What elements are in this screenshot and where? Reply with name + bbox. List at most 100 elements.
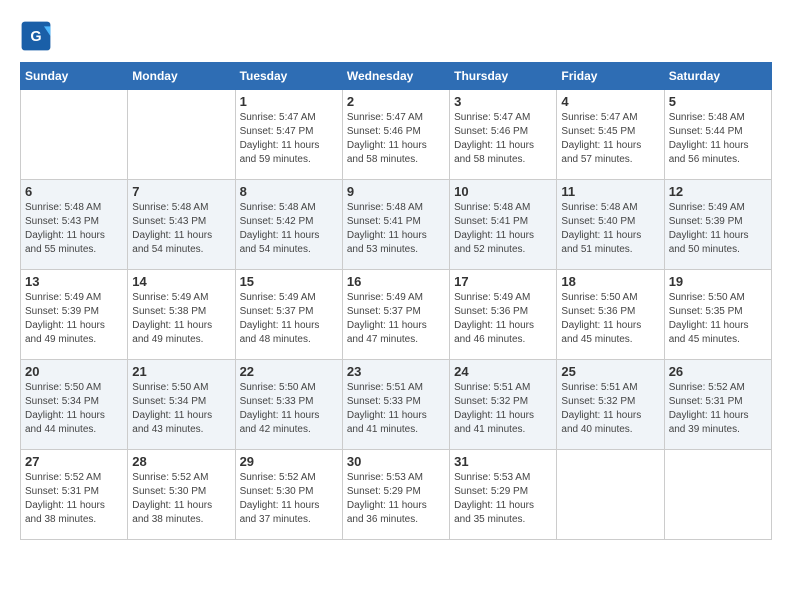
day-info: Sunrise: 5:49 AM Sunset: 5:39 PM Dayligh… bbox=[669, 201, 767, 257]
weekday-header-row: SundayMondayTuesdayWednesdayThursdayFrid… bbox=[21, 63, 772, 90]
logo-icon: G bbox=[20, 20, 52, 52]
calendar-cell: 23Sunrise: 5:51 AM Sunset: 5:33 PM Dayli… bbox=[342, 360, 449, 450]
day-number: 28 bbox=[132, 454, 230, 469]
weekday-header-friday: Friday bbox=[557, 63, 664, 90]
calendar-cell: 28 Sunrise: 5:52 AM Sunset: 5:30 PM Dayli… bbox=[128, 450, 235, 540]
calendar-cell: 25 Sunrise: 5:51 AM Sunset: 5:32 PM Dayli… bbox=[557, 360, 664, 450]
day-info: Sunrise: 5:47 AM Sunset: 5:45 PM Dayligh… bbox=[561, 111, 659, 167]
day-number: 14 bbox=[132, 274, 230, 289]
calendar-cell: 26 Sunrise: 5:52 AM Sunset: 5:31 PM Dayli… bbox=[664, 360, 771, 450]
day-number: 3 bbox=[454, 94, 552, 109]
day-info: Sunrise: 5:48 AM Sunset: 5:43 PM Dayligh… bbox=[132, 201, 230, 257]
calendar-cell: 20 Sunrise: 5:50 AM Sunset: 5:34 PM Dayli… bbox=[21, 360, 128, 450]
day-number: 18 bbox=[561, 274, 659, 289]
day-number: 20 bbox=[25, 364, 123, 379]
weekday-header-sunday: Sunday bbox=[21, 63, 128, 90]
calendar-cell bbox=[664, 450, 771, 540]
day-info: Sunrise: 5:49 AM Sunset: 5:38 PM Dayligh… bbox=[132, 291, 230, 347]
calendar-cell: 14 Sunrise: 5:49 AM Sunset: 5:38 PM Dayli… bbox=[128, 270, 235, 360]
calendar-cell: 30 Sunrise: 5:53 AM Sunset: 5:29 PM Dayli… bbox=[342, 450, 449, 540]
weekday-header-monday: Monday bbox=[128, 63, 235, 90]
calendar-cell: 9Sunrise: 5:48 AM Sunset: 5:41 PM Daylig… bbox=[342, 180, 449, 270]
calendar-cell: 21 Sunrise: 5:50 AM Sunset: 5:34 PM Dayli… bbox=[128, 360, 235, 450]
day-info: Sunrise: 5:50 AM Sunset: 5:36 PM Dayligh… bbox=[561, 291, 659, 347]
day-number: 10 bbox=[454, 184, 552, 199]
calendar-cell: 17 Sunrise: 5:49 AM Sunset: 5:36 PM Dayli… bbox=[450, 270, 557, 360]
day-info: Sunrise: 5:53 AM Sunset: 5:29 PM Dayligh… bbox=[347, 471, 445, 527]
calendar-cell: 10 Sunrise: 5:48 AM Sunset: 5:41 PM Dayli… bbox=[450, 180, 557, 270]
week-row-4: 20 Sunrise: 5:50 AM Sunset: 5:34 PM Dayli… bbox=[21, 360, 772, 450]
calendar-cell: 16Sunrise: 5:49 AM Sunset: 5:37 PM Dayli… bbox=[342, 270, 449, 360]
day-info: Sunrise: 5:51 AM Sunset: 5:32 PM Dayligh… bbox=[561, 381, 659, 437]
page-header: G bbox=[20, 20, 772, 52]
day-info: Sunrise: 5:49 AM Sunset: 5:36 PM Dayligh… bbox=[454, 291, 552, 347]
calendar-cell: 18 Sunrise: 5:50 AM Sunset: 5:36 PM Dayli… bbox=[557, 270, 664, 360]
calendar-cell: 15 Sunrise: 5:49 AM Sunset: 5:37 PM Dayli… bbox=[235, 270, 342, 360]
calendar-table: SundayMondayTuesdayWednesdayThursdayFrid… bbox=[20, 62, 772, 540]
day-number: 4 bbox=[561, 94, 659, 109]
day-info: Sunrise: 5:48 AM Sunset: 5:43 PM Dayligh… bbox=[25, 201, 123, 257]
day-number: 31 bbox=[454, 454, 552, 469]
day-number: 29 bbox=[240, 454, 338, 469]
calendar-cell: 1Sunrise: 5:47 AM Sunset: 5:47 PM Daylig… bbox=[235, 90, 342, 180]
calendar-cell: 11 Sunrise: 5:48 AM Sunset: 5:40 PM Dayli… bbox=[557, 180, 664, 270]
week-row-2: 6Sunrise: 5:48 AM Sunset: 5:43 PM Daylig… bbox=[21, 180, 772, 270]
weekday-header-saturday: Saturday bbox=[664, 63, 771, 90]
day-info: Sunrise: 5:47 AM Sunset: 5:46 PM Dayligh… bbox=[454, 111, 552, 167]
weekday-header-thursday: Thursday bbox=[450, 63, 557, 90]
day-info: Sunrise: 5:50 AM Sunset: 5:33 PM Dayligh… bbox=[240, 381, 338, 437]
calendar-cell: 22 Sunrise: 5:50 AM Sunset: 5:33 PM Dayli… bbox=[235, 360, 342, 450]
calendar-cell: 27Sunrise: 5:52 AM Sunset: 5:31 PM Dayli… bbox=[21, 450, 128, 540]
day-number: 26 bbox=[669, 364, 767, 379]
day-info: Sunrise: 5:49 AM Sunset: 5:39 PM Dayligh… bbox=[25, 291, 123, 347]
day-number: 9 bbox=[347, 184, 445, 199]
calendar-cell: 12 Sunrise: 5:49 AM Sunset: 5:39 PM Dayli… bbox=[664, 180, 771, 270]
day-number: 11 bbox=[561, 184, 659, 199]
day-info: Sunrise: 5:47 AM Sunset: 5:46 PM Dayligh… bbox=[347, 111, 445, 167]
weekday-header-wednesday: Wednesday bbox=[342, 63, 449, 90]
logo: G bbox=[20, 20, 56, 52]
calendar-cell: 19 Sunrise: 5:50 AM Sunset: 5:35 PM Dayli… bbox=[664, 270, 771, 360]
day-info: Sunrise: 5:48 AM Sunset: 5:41 PM Dayligh… bbox=[454, 201, 552, 257]
week-row-1: 1Sunrise: 5:47 AM Sunset: 5:47 PM Daylig… bbox=[21, 90, 772, 180]
day-info: Sunrise: 5:49 AM Sunset: 5:37 PM Dayligh… bbox=[240, 291, 338, 347]
day-info: Sunrise: 5:50 AM Sunset: 5:34 PM Dayligh… bbox=[132, 381, 230, 437]
day-number: 21 bbox=[132, 364, 230, 379]
day-number: 27 bbox=[25, 454, 123, 469]
calendar-cell: 29 Sunrise: 5:52 AM Sunset: 5:30 PM Dayli… bbox=[235, 450, 342, 540]
day-number: 15 bbox=[240, 274, 338, 289]
weekday-header-tuesday: Tuesday bbox=[235, 63, 342, 90]
day-number: 17 bbox=[454, 274, 552, 289]
calendar-cell: 2Sunrise: 5:47 AM Sunset: 5:46 PM Daylig… bbox=[342, 90, 449, 180]
calendar-cell: 24Sunrise: 5:51 AM Sunset: 5:32 PM Dayli… bbox=[450, 360, 557, 450]
day-info: Sunrise: 5:52 AM Sunset: 5:30 PM Dayligh… bbox=[240, 471, 338, 527]
calendar-cell: 8 Sunrise: 5:48 AM Sunset: 5:42 PM Daylig… bbox=[235, 180, 342, 270]
day-number: 7 bbox=[132, 184, 230, 199]
day-number: 1 bbox=[240, 94, 338, 109]
day-info: Sunrise: 5:50 AM Sunset: 5:35 PM Dayligh… bbox=[669, 291, 767, 347]
day-number: 19 bbox=[669, 274, 767, 289]
day-number: 30 bbox=[347, 454, 445, 469]
calendar-cell: 6Sunrise: 5:48 AM Sunset: 5:43 PM Daylig… bbox=[21, 180, 128, 270]
day-info: Sunrise: 5:49 AM Sunset: 5:37 PM Dayligh… bbox=[347, 291, 445, 347]
day-info: Sunrise: 5:48 AM Sunset: 5:42 PM Dayligh… bbox=[240, 201, 338, 257]
day-info: Sunrise: 5:52 AM Sunset: 5:30 PM Dayligh… bbox=[132, 471, 230, 527]
day-number: 8 bbox=[240, 184, 338, 199]
week-row-5: 27Sunrise: 5:52 AM Sunset: 5:31 PM Dayli… bbox=[21, 450, 772, 540]
calendar-cell: 5Sunrise: 5:48 AM Sunset: 5:44 PM Daylig… bbox=[664, 90, 771, 180]
day-number: 24 bbox=[454, 364, 552, 379]
day-number: 25 bbox=[561, 364, 659, 379]
week-row-3: 13 Sunrise: 5:49 AM Sunset: 5:39 PM Dayli… bbox=[21, 270, 772, 360]
day-info: Sunrise: 5:51 AM Sunset: 5:33 PM Dayligh… bbox=[347, 381, 445, 437]
svg-text:G: G bbox=[30, 29, 41, 45]
calendar-cell: 13 Sunrise: 5:49 AM Sunset: 5:39 PM Dayli… bbox=[21, 270, 128, 360]
day-number: 13 bbox=[25, 274, 123, 289]
calendar-cell: 3 Sunrise: 5:47 AM Sunset: 5:46 PM Daylig… bbox=[450, 90, 557, 180]
day-info: Sunrise: 5:50 AM Sunset: 5:34 PM Dayligh… bbox=[25, 381, 123, 437]
calendar-cell: 4 Sunrise: 5:47 AM Sunset: 5:45 PM Daylig… bbox=[557, 90, 664, 180]
day-info: Sunrise: 5:52 AM Sunset: 5:31 PM Dayligh… bbox=[669, 381, 767, 437]
day-info: Sunrise: 5:53 AM Sunset: 5:29 PM Dayligh… bbox=[454, 471, 552, 527]
day-number: 22 bbox=[240, 364, 338, 379]
day-number: 12 bbox=[669, 184, 767, 199]
day-info: Sunrise: 5:48 AM Sunset: 5:40 PM Dayligh… bbox=[561, 201, 659, 257]
